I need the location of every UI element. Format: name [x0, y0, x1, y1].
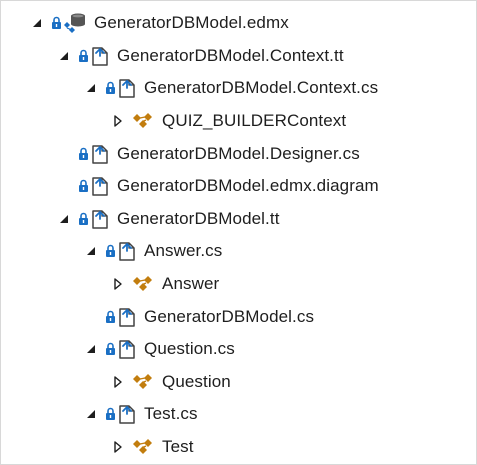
tt-file-icon — [92, 210, 108, 229]
tree-item[interactable]: GeneratorDBModel.edmx.diagram — [1, 170, 477, 203]
tree-item-label: GeneratorDBModel.edmx.diagram — [117, 176, 379, 196]
tree-item[interactable]: GeneratorDBModel.edmx — [1, 7, 477, 40]
tree-item-label: Test — [162, 437, 194, 457]
lock-icon — [106, 310, 115, 323]
tree-item-label: GeneratorDBModel.cs — [144, 306, 315, 326]
collapsed-arrow-icon[interactable] — [112, 277, 124, 291]
tree-item-label: GeneratorDBModel.Context.tt — [117, 45, 344, 65]
tree-item[interactable]: QUIZ_BUILDERContext — [1, 105, 477, 138]
collapsed-arrow-icon[interactable] — [112, 440, 124, 454]
collapsed-arrow-icon[interactable] — [112, 375, 124, 389]
cs-file-icon — [119, 79, 135, 99]
cs-file-icon — [119, 405, 135, 425]
tree-item-label: GeneratorDBModel.edmx — [94, 13, 289, 33]
tree-item[interactable]: Answer.cs — [1, 235, 477, 268]
lock-icon — [52, 17, 61, 30]
lock-icon — [106, 408, 115, 421]
class-icon — [133, 439, 152, 455]
tree-item[interactable]: Question.cs — [1, 333, 477, 366]
tree-item-label: Answer.cs — [144, 241, 223, 261]
tt-file-icon — [92, 47, 108, 66]
tree-item[interactable]: GeneratorDBModel.cs — [1, 300, 477, 333]
lock-icon — [106, 342, 115, 356]
tree-item[interactable]: Test.cs — [1, 398, 477, 431]
tree-item[interactable]: Test — [1, 431, 477, 464]
tree-item-label: GeneratorDBModel.tt — [117, 208, 280, 228]
cs-file-icon — [119, 307, 135, 327]
solution-tree: GeneratorDBModel.edmx GeneratorDBModel.Co… — [1, 7, 477, 463]
class-icon — [133, 113, 152, 129]
cs-file-icon — [119, 242, 135, 262]
tree-item-label: Answer — [162, 274, 220, 294]
class-icon — [133, 373, 152, 389]
tree-item[interactable]: GeneratorDBModel.Context.tt — [1, 40, 477, 73]
expanded-arrow-icon[interactable] — [85, 407, 97, 421]
diagram-file-icon — [92, 177, 108, 197]
tree-item-label: GeneratorDBModel.Designer.cs — [117, 143, 360, 163]
lock-icon — [79, 49, 88, 62]
tree-item[interactable]: GeneratorDBModel.Designer.cs — [1, 137, 477, 170]
collapsed-arrow-icon[interactable] — [112, 114, 124, 128]
lock-icon — [106, 245, 115, 258]
expanded-arrow-icon[interactable] — [85, 244, 97, 258]
tree-item-label: Question.cs — [144, 339, 235, 359]
tree-item-label: GeneratorDBModel.Context.cs — [144, 78, 379, 98]
tree-item-label: Question — [162, 371, 231, 391]
cs-file-icon — [119, 340, 135, 359]
tree-item[interactable]: Question — [1, 366, 477, 399]
solution-explorer-panel: GeneratorDBModel.edmx GeneratorDBModel.Co… — [0, 0, 477, 465]
lock-icon — [79, 179, 88, 193]
expanded-arrow-icon[interactable] — [85, 81, 97, 95]
tree-item[interactable]: Answer — [1, 268, 477, 301]
tree-item[interactable]: GeneratorDBModel.tt — [1, 203, 477, 236]
lock-icon — [79, 212, 88, 225]
tree-item[interactable]: GeneratorDBModel.Context.cs — [1, 72, 477, 105]
cs-file-icon — [92, 144, 108, 164]
class-icon — [133, 276, 152, 292]
expanded-arrow-icon[interactable] — [31, 16, 43, 30]
tree-item-label: QUIZ_BUILDERContext — [162, 111, 347, 131]
expanded-arrow-icon[interactable] — [58, 212, 70, 226]
expanded-arrow-icon[interactable] — [85, 342, 97, 356]
lock-icon — [106, 82, 115, 95]
edmx-icon — [64, 13, 85, 34]
tree-item-label: Test.cs — [144, 404, 198, 424]
lock-icon — [79, 147, 88, 160]
expanded-arrow-icon[interactable] — [58, 49, 70, 63]
